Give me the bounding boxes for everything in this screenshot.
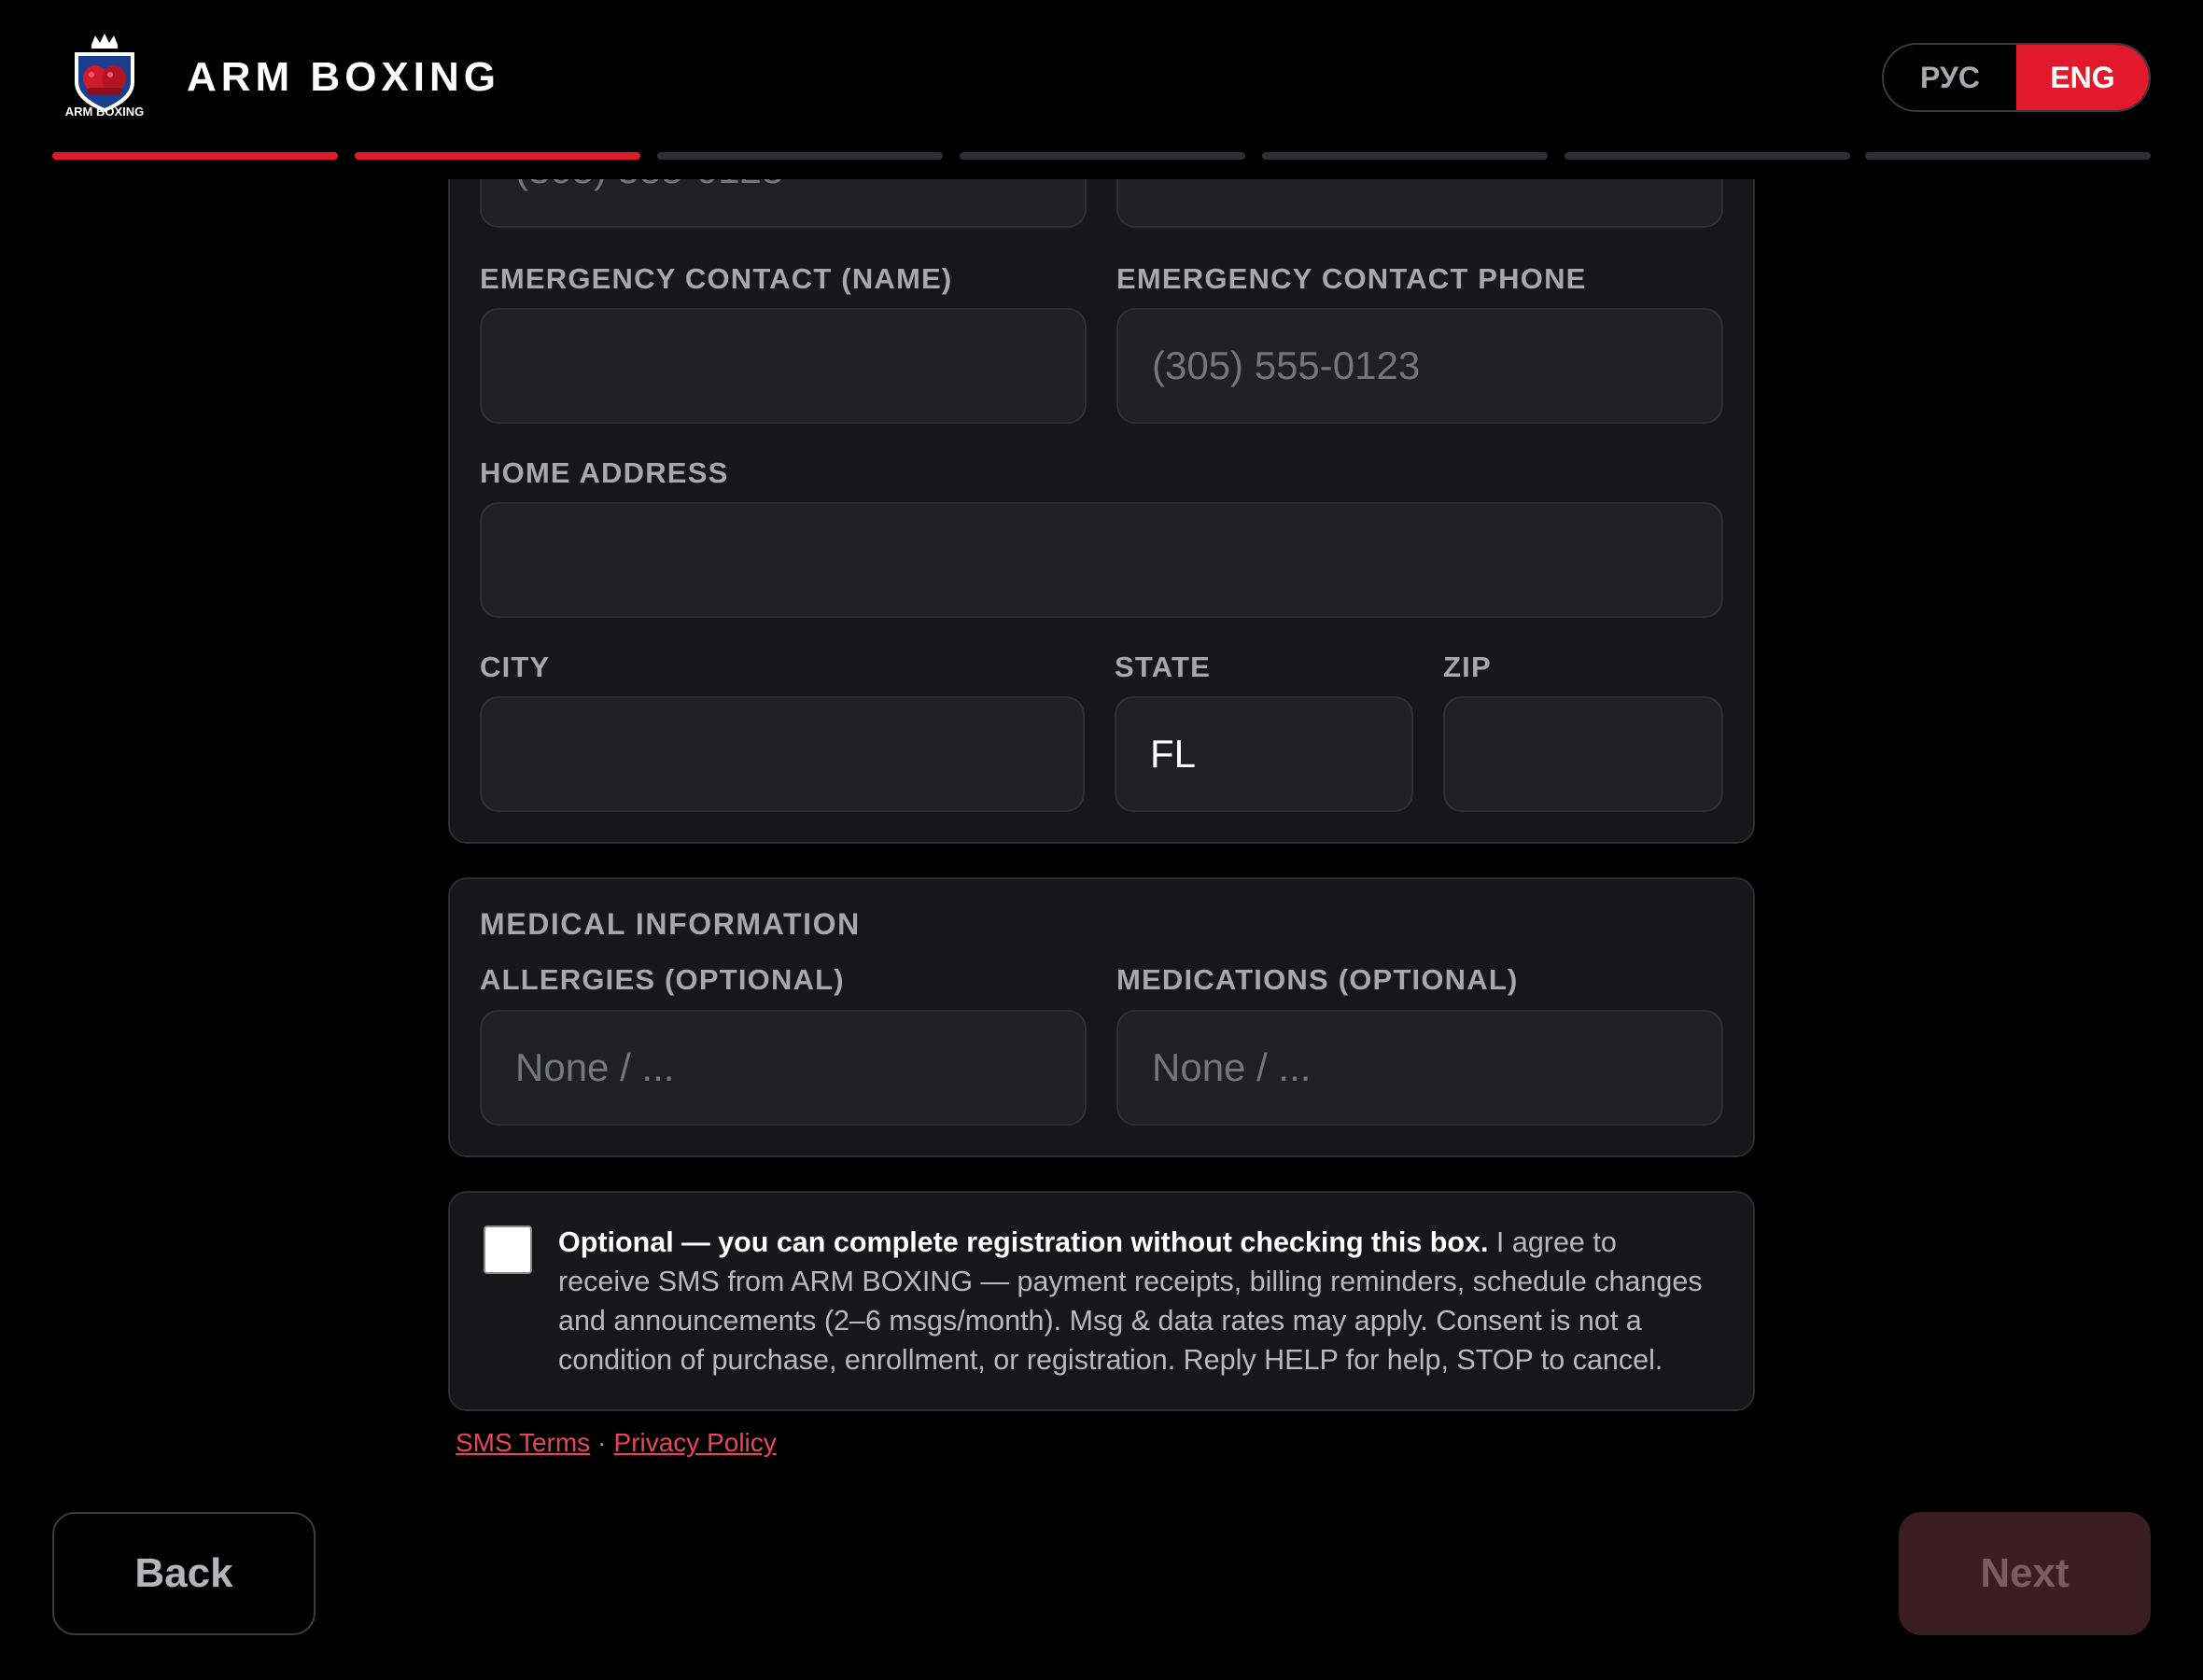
sms-consent-checkbox[interactable] [484, 1225, 532, 1274]
emergency-name-input[interactable] [480, 308, 1087, 424]
medical-section-title: MEDICAL INFORMATION [480, 907, 861, 941]
progress-step-1 [52, 152, 338, 160]
city-input[interactable] [480, 696, 1085, 812]
lang-en-button[interactable]: ENG [2016, 45, 2149, 110]
allergies-input[interactable]: None / ... [480, 1010, 1087, 1126]
zip-input[interactable] [1443, 696, 1723, 812]
sms-consent-bold: Optional — you can complete registration… [558, 1226, 1489, 1258]
state-input[interactable]: FL [1115, 696, 1413, 812]
emergency-phone-label: EMERGENCY CONTACT PHONE [1116, 262, 1587, 295]
emergency-phone-placeholder: (305) 555-0123 [1152, 343, 1421, 387]
step-progress [52, 152, 2151, 161]
registration-form: (305) 555-0123 EMERGENCY CONTACT (NAME) … [0, 0, 2203, 1680]
home-address-input[interactable] [480, 502, 1723, 618]
progress-step-2 [355, 152, 640, 160]
emergency-phone-input[interactable]: (305) 555-0123 [1116, 308, 1723, 424]
medications-label: MEDICATIONS (OPTIONAL) [1116, 963, 1519, 996]
state-label: STATE [1115, 651, 1212, 683]
legal-links: SMS Terms · Privacy Policy [456, 1428, 777, 1458]
sms-consent-text: Optional — you can complete registration… [558, 1223, 1706, 1379]
language-toggle: РУС ENG [1882, 43, 2151, 112]
links-separator: · [597, 1428, 607, 1457]
lang-ru-button[interactable]: РУС [1884, 45, 2016, 110]
medications-placeholder: None / ... [1152, 1045, 1312, 1089]
privacy-policy-link[interactable]: Privacy Policy [614, 1428, 777, 1457]
progress-step-5 [1262, 152, 1548, 160]
progress-step-4 [960, 152, 1245, 160]
allergies-label: ALLERGIES (OPTIONAL) [480, 963, 845, 996]
zip-label: ZIP [1443, 651, 1492, 683]
arm-boxing-logo: ARM BOXING [63, 34, 146, 123]
home-address-label: HOME ADDRESS [480, 456, 729, 489]
allergies-placeholder: None / ... [515, 1045, 675, 1089]
app-header: ARM BOXING ARM BOXING РУС ENG [0, 0, 2203, 179]
emergency-name-label: EMERGENCY CONTACT (NAME) [480, 262, 953, 295]
city-label: CITY [480, 651, 551, 683]
state-value: FL [1150, 732, 1197, 776]
medications-input[interactable]: None / ... [1116, 1010, 1723, 1126]
sms-terms-link[interactable]: SMS Terms [456, 1428, 590, 1457]
brand-title: ARM BOXING [187, 54, 500, 100]
back-button[interactable]: Back [52, 1512, 316, 1635]
progress-step-7 [1865, 152, 2151, 160]
logo-text: ARM BOXING [64, 105, 145, 119]
progress-step-3 [657, 152, 943, 160]
progress-step-6 [1565, 152, 1850, 160]
next-button[interactable]: Next [1899, 1512, 2151, 1635]
